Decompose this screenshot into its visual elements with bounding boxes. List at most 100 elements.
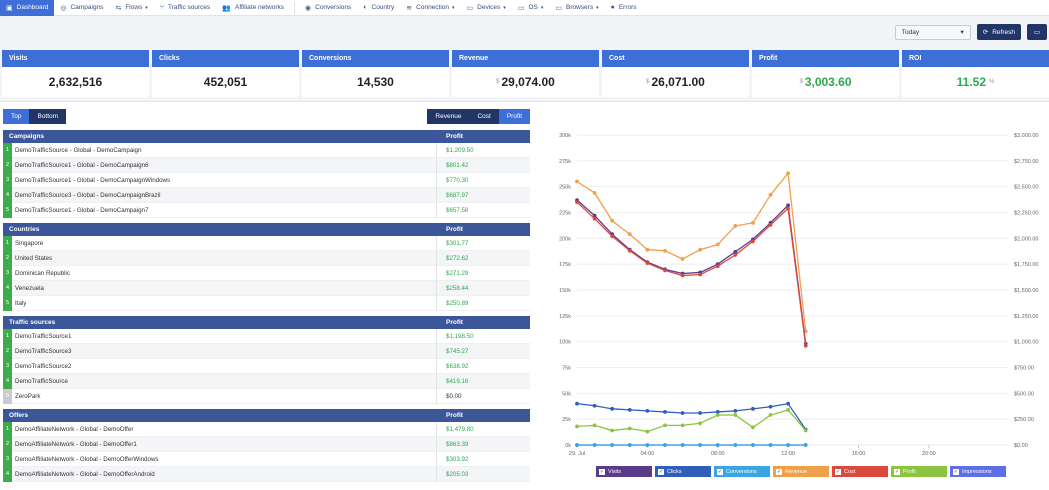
data-point-revenue[interactable] (733, 224, 738, 228)
tab-bottom[interactable]: Bottom (29, 109, 67, 124)
data-point-profit[interactable] (610, 428, 615, 433)
tab-revenue[interactable]: Revenue (427, 109, 470, 124)
data-point-cost[interactable] (768, 223, 773, 227)
date-range-select[interactable]: Today ▾ (894, 24, 971, 40)
data-point-clicks[interactable] (592, 403, 597, 408)
nav-item-devices[interactable]: ▭ Devices ▾ (461, 0, 512, 16)
table-row[interactable]: 3 DemoTrafficSource2 $638.92 (3, 358, 530, 374)
data-point-clicks[interactable] (751, 406, 755, 411)
data-point-profit[interactable] (627, 426, 632, 431)
data-point-revenue[interactable] (627, 232, 632, 237)
data-point-clicks[interactable] (610, 406, 615, 411)
table-row[interactable]: 2 United States $272.62 (3, 250, 530, 266)
data-point-profit[interactable] (768, 413, 773, 417)
table-row[interactable]: 2 DemoTrafficSource3 $745.27 (3, 343, 530, 359)
table-row[interactable]: 1 DemoTrafficSource1 $1,198.50 (3, 328, 530, 344)
data-point-cost[interactable] (627, 248, 632, 253)
data-point-revenue[interactable] (768, 193, 773, 197)
data-point-profit[interactable] (733, 413, 738, 417)
data-point-cost[interactable] (663, 268, 667, 273)
data-point-clicks[interactable] (768, 404, 773, 409)
data-point-conversions[interactable] (786, 443, 791, 447)
nav-item-country[interactable]: ◐ Country (357, 0, 400, 16)
data-point-conversions[interactable] (680, 443, 685, 447)
data-point-conversions[interactable] (715, 443, 720, 447)
data-point-profit[interactable] (592, 423, 597, 428)
data-point-cost[interactable] (575, 200, 579, 205)
data-point-profit[interactable] (698, 421, 703, 426)
data-point-revenue[interactable] (610, 218, 615, 223)
data-point-cost[interactable] (803, 343, 808, 348)
tab-profit[interactable]: Profit (498, 109, 530, 124)
data-point-profit[interactable] (575, 424, 579, 429)
legend-item-clicks[interactable]: ✓ Clicks (655, 466, 711, 477)
data-point-clicks[interactable] (786, 401, 791, 406)
data-point-revenue[interactable] (645, 247, 650, 252)
table-row[interactable]: 1 DemoTrafficSource - Global - DemoCampai… (3, 142, 530, 158)
data-point-conversions[interactable] (575, 443, 579, 447)
data-point-profit[interactable] (786, 407, 791, 412)
data-point-cost[interactable] (645, 261, 650, 266)
data-point-clicks[interactable] (733, 409, 738, 413)
data-point-revenue[interactable] (715, 242, 720, 247)
data-point-revenue[interactable] (663, 248, 667, 253)
nav-item-connection[interactable]: ≋ Connection ▾ (400, 0, 460, 16)
data-point-profit[interactable] (751, 425, 755, 430)
data-point-cost[interactable] (751, 239, 755, 244)
data-point-conversions[interactable] (627, 443, 632, 447)
data-point-clicks[interactable] (663, 410, 667, 414)
data-point-conversions[interactable] (751, 443, 755, 447)
nav-item-os[interactable]: ▭ OS ▾ (512, 0, 550, 16)
data-point-cost[interactable] (592, 216, 597, 221)
data-point-conversions[interactable] (768, 443, 773, 447)
data-point-profit[interactable] (663, 423, 667, 428)
tab-top[interactable]: Top (3, 109, 30, 124)
data-point-profit[interactable] (715, 413, 720, 417)
table-row[interactable]: 5 DemoTrafficSource1 - Global - DemoCampa… (3, 202, 530, 218)
data-point-clicks[interactable] (575, 401, 579, 406)
data-point-cost[interactable] (786, 206, 791, 211)
data-point-conversions[interactable] (610, 443, 615, 447)
legend-item-conversions[interactable]: ✓ Conversions (714, 466, 770, 477)
table-row[interactable]: 5 Italy $250.89 (3, 295, 530, 311)
data-point-clicks[interactable] (698, 411, 703, 415)
data-point-cost[interactable] (698, 272, 703, 277)
data-point-conversions[interactable] (592, 443, 597, 447)
table-row[interactable]: 2 DemoAffiliateNetwork - Global - DemoOff… (3, 436, 530, 452)
data-point-revenue[interactable] (751, 220, 755, 225)
data-point-conversions[interactable] (663, 443, 667, 447)
data-point-conversions[interactable] (698, 443, 703, 447)
data-point-conversions[interactable] (645, 443, 650, 447)
legend-item-visits[interactable]: ✓ Visits (596, 466, 652, 477)
data-point-revenue[interactable] (680, 257, 685, 261)
data-point-clicks[interactable] (645, 409, 650, 413)
data-point-revenue[interactable] (592, 190, 597, 195)
data-point-cost[interactable] (680, 273, 685, 278)
data-point-conversions[interactable] (803, 443, 808, 447)
nav-item-dashboard[interactable]: ▣ Dashboard (0, 0, 55, 16)
table-row[interactable]: 3 Dominican Republic $271.29 (3, 265, 530, 281)
data-point-profit[interactable] (680, 423, 685, 428)
table-row[interactable]: 4 DemoTrafficSource3 - Global - DemoCampa… (3, 187, 530, 203)
data-point-cost[interactable] (715, 264, 720, 269)
data-point-revenue[interactable] (575, 179, 579, 184)
data-point-clicks[interactable] (627, 407, 632, 412)
table-row[interactable]: 3 DemoAffiliateNetwork - Global - DemoOff… (3, 451, 530, 467)
nav-item-errors[interactable]: ● Errors (605, 0, 643, 16)
nav-item-browsers[interactable]: ▭ Browsers ▾ (549, 0, 604, 16)
legend-item-profit[interactable]: ✓ Profit (891, 466, 947, 477)
table-row[interactable]: 2 DemoTrafficSource1 - Global - DemoCampa… (3, 157, 530, 173)
nav-item-flows[interactable]: ⇆ Flows ▾ (109, 0, 153, 16)
table-row[interactable]: 1 Singapore $301.77 (3, 235, 530, 251)
nav-item-traffic-sources[interactable]: ⑂ Traffic sources (154, 0, 216, 16)
table-row[interactable]: 4 Venezuela $258.44 (3, 280, 530, 296)
table-row[interactable]: 3 DemoTrafficSource1 - Global - DemoCampa… (3, 172, 530, 188)
legend-item-impressions[interactable]: ✓ Impressions (950, 466, 1006, 477)
data-point-revenue[interactable] (698, 247, 703, 252)
table-row[interactable]: 4 DemoAffiliateNetwork - Global - DemoOff… (3, 466, 530, 482)
nav-item-affiliate-networks[interactable]: 👥 Affiliate networks (216, 0, 290, 16)
table-row[interactable]: 4 DemoTrafficSource $419.16 (3, 373, 530, 389)
data-point-revenue[interactable] (786, 171, 791, 176)
data-point-profit[interactable] (645, 429, 650, 434)
data-point-cost[interactable] (610, 234, 615, 239)
